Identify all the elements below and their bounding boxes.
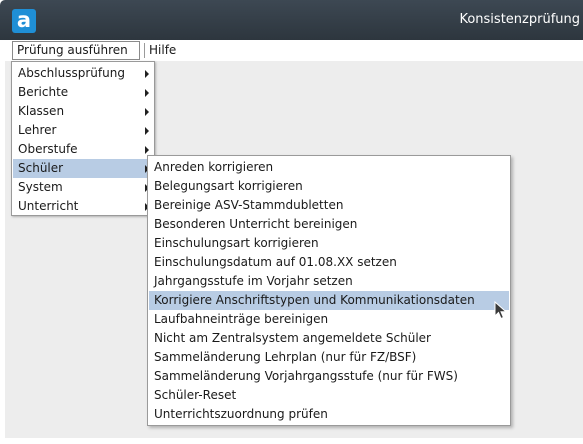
title-bar: a Konsistenzprüfung — [0, 0, 583, 40]
schueler-submenu: Anreden korrigieren Belegungsart korrigi… — [147, 155, 511, 426]
menu-item-unterricht[interactable]: Unterricht — [13, 197, 153, 216]
submenu-arrow-icon — [145, 89, 149, 97]
submenu-item-einschulungsdatum-setzen[interactable]: Einschulungsdatum auf 01.08.XX setzen — [149, 253, 509, 272]
menu-pruefung-ausfuehren[interactable]: Prüfung ausführen — [12, 41, 140, 60]
submenu-item-korrigiere-anschriftstypen[interactable]: Korrigiere Anschriftstypen und Kommunika… — [149, 291, 509, 310]
menu-item-system[interactable]: System — [13, 178, 153, 197]
menu-item-label: Lehrer — [18, 123, 57, 137]
menu-item-oberstufe[interactable]: Oberstufe — [13, 140, 153, 159]
menu-item-label: System — [18, 180, 63, 194]
menu-item-label: Berichte — [18, 85, 69, 99]
window-title: Konsistenzprüfung — [459, 12, 580, 27]
submenu-item-nicht-angemeldete-schueler[interactable]: Nicht am Zentralsystem angemeldete Schül… — [149, 329, 509, 348]
mouse-cursor-icon — [494, 301, 508, 320]
menu-item-label: Klassen — [18, 104, 65, 118]
menu-item-label: Abschlussprüfung — [18, 66, 125, 80]
app-logo-icon: a — [12, 9, 36, 33]
menu-item-label: Oberstufe — [18, 142, 78, 156]
menu-item-label: Schüler — [18, 161, 64, 175]
submenu-item-laufbahneintraege-bereinigen[interactable]: Laufbahneinträge bereinigen — [149, 310, 509, 329]
menu-item-label: Unterricht — [18, 199, 79, 213]
menu-item-berichte[interactable]: Berichte — [13, 83, 153, 102]
submenu-arrow-icon — [145, 70, 149, 78]
submenu-arrow-icon — [145, 108, 149, 116]
menu-item-lehrer[interactable]: Lehrer — [13, 121, 153, 140]
menu-item-klassen[interactable]: Klassen — [13, 102, 153, 121]
submenu-item-jahrgangsstufe-vorjahr-setzen[interactable]: Jahrgangsstufe im Vorjahr setzen — [149, 272, 509, 291]
dropdown-menu: Abschlussprüfung Berichte Klassen Lehrer… — [11, 61, 155, 216]
submenu-item-einschulungsart-korrigieren[interactable]: Einschulungsart korrigieren — [149, 234, 509, 253]
submenu-arrow-icon — [145, 127, 149, 135]
submenu-item-sammelaenderung-lehrplan[interactable]: Sammeländerung Lehrplan (nur für FZ/BSF) — [149, 348, 509, 367]
submenu-item-besonderen-unterricht-bereinigen[interactable]: Besonderen Unterricht bereinigen — [149, 215, 509, 234]
submenu-arrow-icon — [145, 146, 149, 154]
submenu-item-bereinige-asv-stammdubletten[interactable]: Bereinige ASV-Stammdubletten — [149, 196, 509, 215]
menu-item-schueler[interactable]: Schüler — [13, 159, 153, 178]
submenu-item-unterrichtszuordnung-pruefen[interactable]: Unterrichtszuordnung prüfen — [149, 405, 509, 424]
menu-hilfe[interactable]: Hilfe — [145, 41, 180, 60]
submenu-item-schueler-reset[interactable]: Schüler-Reset — [149, 386, 509, 405]
menu-item-abschlusspruefung[interactable]: Abschlussprüfung — [13, 64, 153, 83]
submenu-item-belegungsart-korrigieren[interactable]: Belegungsart korrigieren — [149, 177, 509, 196]
submenu-item-sammelaenderung-vorjahrgangsstufe[interactable]: Sammeländerung Vorjahrgangsstufe (nur fü… — [149, 367, 509, 386]
menu-bar: Prüfung ausführen Hilfe — [5, 40, 583, 61]
submenu-item-anreden-korrigieren[interactable]: Anreden korrigieren — [149, 158, 509, 177]
